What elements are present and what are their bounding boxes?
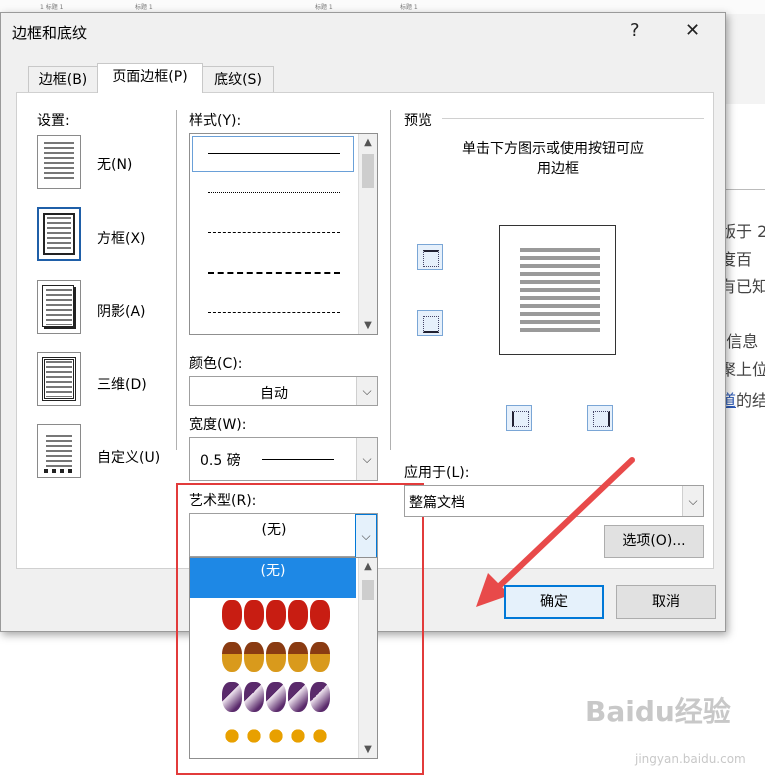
scroll-thumb[interactable]: [362, 154, 374, 188]
help-button[interactable]: ?: [630, 20, 640, 41]
setting-none-thumb[interactable]: [37, 135, 81, 189]
doc-text-line: 聚上位: [720, 360, 765, 379]
setting-box-label[interactable]: 方框(X): [97, 228, 146, 248]
setting-shadow-label[interactable]: 阴影(A): [97, 301, 146, 321]
doc-text-line: 有已知: [720, 277, 765, 296]
setting-none-label[interactable]: 无(N): [97, 154, 132, 174]
setting-3d-label[interactable]: 三维(D): [97, 374, 147, 394]
watermark: Baidu经验: [585, 695, 731, 728]
color-label: 颜色(C):: [189, 356, 243, 372]
document-ribbon: [725, 14, 765, 104]
doc-heading: 1 标题 1: [40, 4, 64, 11]
top-border-button[interactable]: [417, 244, 443, 270]
tab-page-border[interactable]: 页面边框(P): [97, 63, 203, 93]
preview-hint: 用边框: [537, 161, 579, 177]
chevron-down-icon[interactable]: ⌵: [356, 377, 377, 405]
setting-3d-thumb[interactable]: [37, 352, 81, 406]
color-value: 自动: [260, 386, 288, 402]
apply-to-value: 整篇文档: [409, 495, 465, 511]
tab-borders[interactable]: 边框(B): [28, 66, 98, 93]
cancel-button[interactable]: 取消: [616, 585, 716, 619]
style-solid-line[interactable]: [208, 153, 340, 154]
preview-corners: [488, 218, 630, 364]
color-combo[interactable]: 自动 ⌵: [189, 376, 378, 406]
style-listbox[interactable]: ▲ ▼: [189, 133, 378, 335]
watermark-url: jingyan.baidu.com: [635, 752, 746, 766]
preview-rule: [442, 118, 704, 119]
doc-heading: 标题 1: [315, 4, 333, 11]
close-icon[interactable]: ✕: [685, 20, 700, 41]
scroll-up-icon[interactable]: ▲: [359, 137, 377, 148]
tab-shading[interactable]: 底纹(S): [202, 66, 274, 93]
setting-shadow-thumb[interactable]: [37, 280, 81, 334]
preview-label: 预览: [404, 113, 432, 129]
chevron-down-icon[interactable]: ⌵: [682, 486, 703, 516]
document-divider: [725, 189, 765, 190]
preview-hint: 单击下方图示或使用按钮可应: [462, 141, 644, 157]
style-scrollbar[interactable]: ▲ ▼: [358, 134, 377, 334]
right-border-button[interactable]: [587, 405, 613, 431]
doc-heading: 标题 1: [135, 4, 153, 11]
width-value: 0.5 磅: [200, 453, 241, 469]
bottom-border-button[interactable]: [417, 310, 443, 336]
chevron-down-icon[interactable]: ⌵: [356, 438, 377, 480]
width-label: 宽度(W):: [189, 417, 247, 433]
doc-link-line[interactable]: 道的结: [720, 387, 765, 411]
dialog-title: 边框和底纹: [12, 24, 88, 42]
style-dashed-line[interactable]: [208, 232, 340, 233]
style-dash-dot-line[interactable]: [208, 312, 340, 313]
width-combo[interactable]: 0.5 磅 ⌵: [189, 437, 378, 481]
doc-text-after: 的结: [736, 391, 765, 410]
setting-custom-thumb[interactable]: [37, 424, 81, 478]
highlight-annotation: [176, 483, 424, 775]
settings-label: 设置:: [37, 113, 70, 129]
setting-custom-label[interactable]: 自定义(U): [97, 447, 160, 467]
left-border-button[interactable]: [506, 405, 532, 431]
style-long-dash-line[interactable]: [208, 272, 340, 274]
scroll-down-icon[interactable]: ▼: [359, 320, 377, 331]
doc-text-line: 版于 2: [720, 222, 765, 241]
divider: [176, 110, 177, 450]
setting-box-thumb[interactable]: [37, 207, 81, 261]
ok-button[interactable]: 确定: [504, 585, 604, 619]
style-dotted-line[interactable]: [208, 192, 340, 193]
width-sample-line: [262, 459, 334, 460]
style-label: 样式(Y):: [189, 113, 242, 129]
apply-to-label: 应用于(L):: [404, 465, 470, 481]
divider: [390, 110, 391, 450]
style-option-selected[interactable]: [192, 136, 354, 172]
doc-heading: 标题 1: [400, 4, 418, 11]
